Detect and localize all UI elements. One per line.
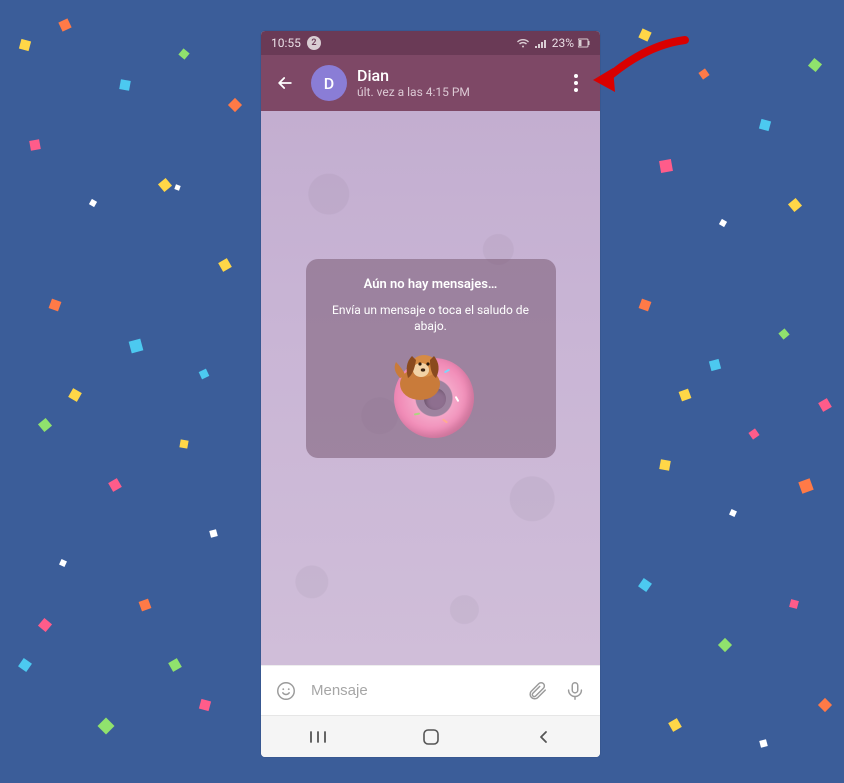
empty-state-title: Aún no hay mensajes…: [322, 277, 540, 292]
signal-icon: [534, 38, 548, 48]
message-input-bar: [261, 665, 600, 715]
back-button[interactable]: [269, 67, 301, 99]
battery-text: 23%: [552, 36, 574, 50]
avatar[interactable]: D: [311, 65, 347, 101]
empty-state-subtitle: Envía un mensaje o toca el saludo de aba…: [322, 302, 540, 334]
phone-frame: 10:55 2 23% D Dian últ. vez a las 4:15 P…: [261, 31, 600, 757]
microphone-icon: [564, 680, 586, 702]
recents-icon: [308, 730, 328, 744]
wifi-icon: [516, 38, 530, 48]
status-bar: 10:55 2 23%: [261, 31, 600, 55]
home-button[interactable]: [411, 717, 451, 757]
notification-count-badge: 2: [307, 36, 321, 50]
contact-status: últ. vez a las 4:15 PM: [357, 85, 550, 99]
chevron-left-icon: [537, 730, 551, 744]
empty-state-card: Aún no hay mensajes… Envía un mensaje o …: [306, 259, 556, 458]
android-back-button[interactable]: [524, 717, 564, 757]
emoji-button[interactable]: [273, 678, 299, 704]
avatar-initial: D: [324, 74, 334, 93]
attach-button[interactable]: [524, 678, 550, 704]
smile-icon: [275, 680, 297, 702]
clock-text: 10:55: [271, 36, 301, 50]
arrow-left-icon: [275, 73, 295, 93]
message-input[interactable]: [311, 682, 512, 699]
contact-name: Dian: [357, 67, 550, 85]
greeting-sticker[interactable]: [386, 348, 476, 438]
home-icon: [422, 728, 440, 746]
dog-shape: [386, 344, 456, 414]
header-text-block[interactable]: Dian últ. vez a las 4:15 PM: [357, 67, 550, 99]
paperclip-icon: [526, 680, 548, 702]
chat-area: Aún no hay mensajes… Envía un mensaje o …: [261, 111, 600, 665]
more-vertical-icon: [574, 74, 578, 92]
android-nav-bar: [261, 715, 600, 757]
chat-header: D Dian últ. vez a las 4:15 PM: [261, 55, 600, 111]
recents-button[interactable]: [298, 717, 338, 757]
annotation-arrow: [585, 30, 695, 110]
mic-button[interactable]: [562, 678, 588, 704]
